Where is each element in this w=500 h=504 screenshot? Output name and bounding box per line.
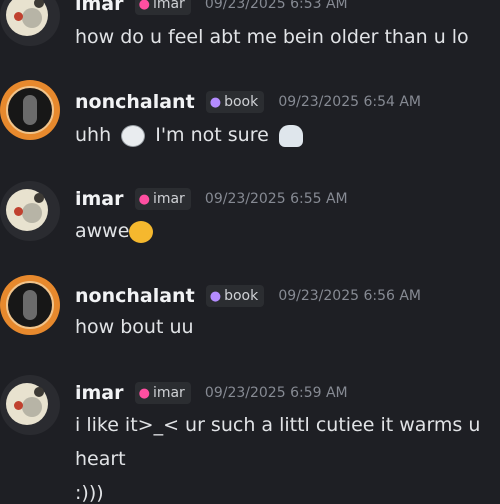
cloud-cat-emoji-icon: [278, 124, 303, 147]
message-text-line-1: i like it>_< ur such a littl cutiee it w…: [75, 414, 481, 436]
pink-cat-icon: ●: [138, 0, 150, 12]
message-text-line-3: :))): [75, 482, 104, 504]
message-text: how bout uu: [75, 316, 194, 338]
text-segment: awwe: [75, 220, 130, 242]
face-emoji-icon: [121, 124, 146, 147]
text-segment: I'm not sure: [155, 124, 269, 146]
pink-cat-icon: ●: [138, 192, 150, 207]
message-text: uhh I'm not sure: [75, 124, 307, 147]
tag-label: book: [224, 288, 259, 304]
avatar-nonchalant[interactable]: [0, 80, 60, 140]
message-text: awwe: [75, 220, 157, 243]
username[interactable]: imar: [75, 382, 124, 404]
username[interactable]: nonchalant: [75, 91, 195, 113]
server-tag[interactable]: ● imar: [134, 382, 191, 404]
purple-cat-icon: ●: [209, 289, 222, 304]
server-tag[interactable]: ● imar: [134, 0, 191, 15]
avatar-nonchalant[interactable]: [0, 275, 60, 335]
purple-cat-icon: ●: [209, 95, 222, 110]
timestamp: 09/23/2025 6:56 AM: [278, 288, 422, 304]
timestamp: 09/23/2025 6:53 AM: [204, 0, 348, 12]
avatar-imar[interactable]: [0, 375, 60, 435]
avatar-imar[interactable]: [0, 0, 60, 46]
kissing-face-emoji-icon: [129, 220, 154, 243]
text-segment: uhh: [75, 124, 112, 146]
server-tag[interactable]: ● book: [205, 91, 265, 113]
username[interactable]: imar: [75, 0, 124, 15]
message-text-line-2: heart: [75, 448, 126, 470]
timestamp: 09/23/2025 6:55 AM: [204, 191, 348, 207]
server-tag[interactable]: ● book: [205, 285, 265, 307]
tag-label: imar: [152, 385, 185, 401]
pink-cat-icon: ●: [138, 386, 150, 401]
tag-label: book: [224, 94, 259, 110]
username[interactable]: nonchalant: [75, 285, 195, 307]
server-tag[interactable]: ● imar: [134, 188, 191, 210]
username[interactable]: imar: [75, 188, 124, 210]
avatar-imar[interactable]: [0, 181, 60, 241]
timestamp: 09/23/2025 6:59 AM: [204, 385, 348, 401]
tag-label: imar: [152, 0, 185, 12]
message-text: how do u feel abt me bein older than u l…: [75, 26, 469, 48]
tag-label: imar: [152, 191, 185, 207]
timestamp: 09/23/2025 6:54 AM: [278, 94, 422, 110]
